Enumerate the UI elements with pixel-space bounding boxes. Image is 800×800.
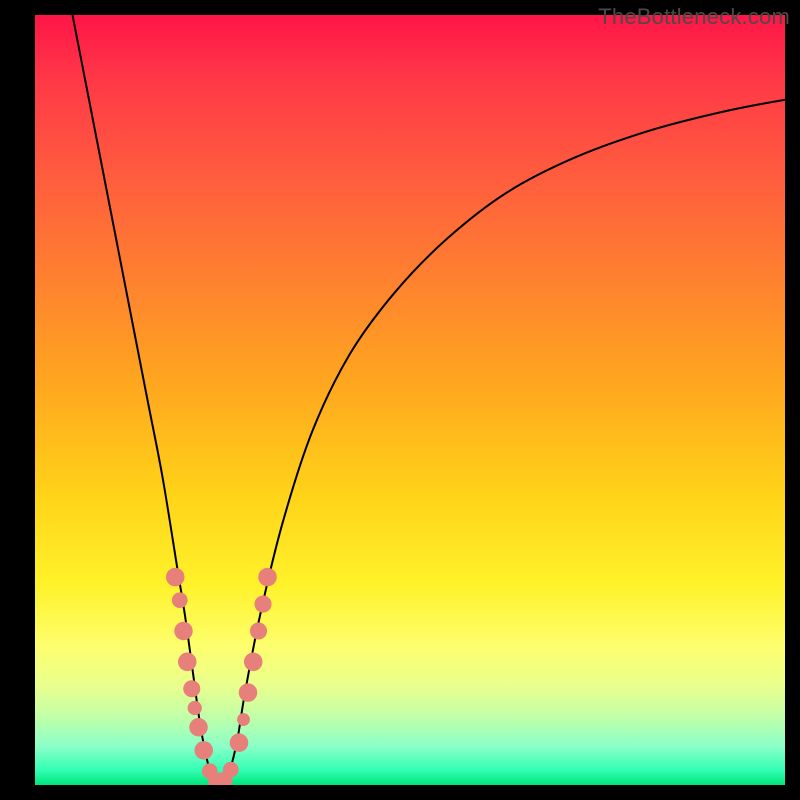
bottleneck-curve	[73, 15, 786, 785]
marker-dot	[250, 622, 267, 639]
marker-dot	[194, 741, 213, 760]
marker-dot	[172, 592, 188, 608]
curve-layer	[35, 15, 785, 785]
marker-dot	[239, 683, 258, 702]
marker-dot	[188, 701, 202, 715]
plot-area	[35, 15, 785, 785]
marker-dot	[183, 680, 200, 697]
marker-dot	[258, 568, 277, 587]
marker-dot	[244, 653, 263, 672]
marker-dot	[174, 622, 193, 641]
marker-dot	[166, 568, 185, 587]
curve-markers	[166, 568, 277, 785]
marker-dot	[254, 596, 271, 613]
marker-dot	[223, 762, 239, 778]
marker-dot	[178, 653, 197, 672]
marker-dot	[237, 713, 250, 726]
marker-dot	[230, 733, 249, 752]
chart-frame: TheBottleneck.com	[0, 0, 800, 800]
marker-dot	[189, 718, 208, 737]
